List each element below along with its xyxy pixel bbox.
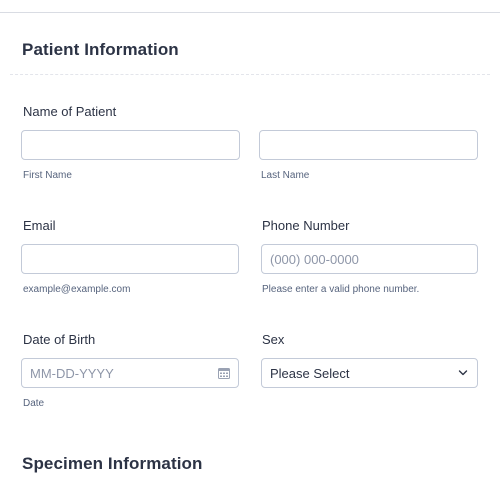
dob-input[interactable] (21, 358, 239, 388)
name-label: Name of Patient (23, 104, 117, 119)
phone-input[interactable] (261, 244, 478, 274)
email-sublabel: example@example.com (23, 284, 131, 295)
top-divider (0, 12, 500, 13)
sex-select[interactable]: Please Select (261, 358, 478, 388)
first-name-input[interactable] (21, 130, 240, 160)
last-name-input[interactable] (259, 130, 478, 160)
phone-sublabel: Please enter a valid phone number. (262, 284, 420, 295)
dob-field[interactable] (21, 358, 239, 388)
email-label: Email (23, 218, 56, 233)
section-divider (10, 74, 490, 75)
email-input[interactable] (21, 244, 239, 274)
last-name-sublabel: Last Name (261, 170, 310, 181)
phone-label: Phone Number (262, 218, 350, 233)
first-name-sublabel: First Name (23, 170, 72, 181)
section-title-patient-information: Patient Information (22, 40, 179, 59)
sex-label: Sex (262, 332, 285, 347)
chevron-down-icon (458, 370, 468, 376)
sex-select-value: Please Select (270, 365, 350, 381)
calendar-icon[interactable] (218, 367, 230, 379)
section-title-specimen-information: Specimen Information (22, 454, 203, 473)
dob-sublabel: Date (23, 398, 45, 409)
dob-label: Date of Birth (23, 332, 96, 347)
